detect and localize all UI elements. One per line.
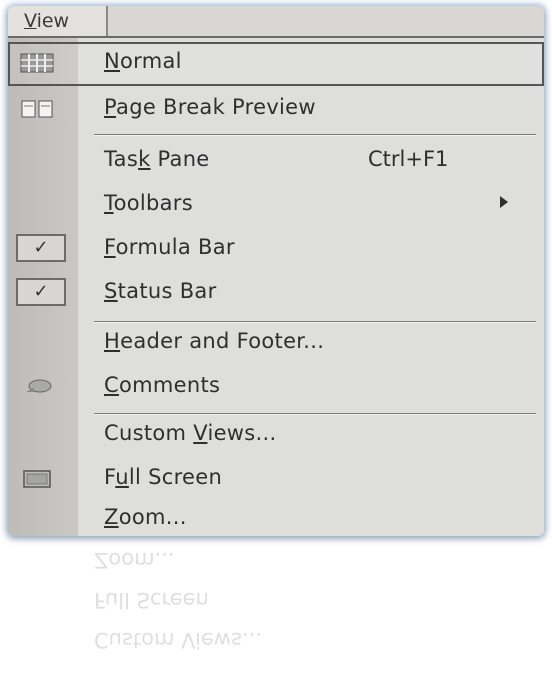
reflection-line: Full Screen bbox=[94, 588, 209, 612]
checkmark-icon: ✓ bbox=[16, 278, 66, 306]
menu-item-status-bar[interactable]: ✓ Status Bar bbox=[8, 272, 544, 316]
shortcut-label: Ctrl+F1 bbox=[368, 147, 449, 171]
checkmark-icon: ✓ bbox=[16, 234, 66, 262]
menu-separator bbox=[94, 134, 536, 136]
menu-item-task-pane[interactable]: Task Pane Ctrl+F1 bbox=[8, 140, 544, 184]
menu-item-formula-bar[interactable]: ✓ Formula Bar bbox=[8, 228, 544, 272]
view-menu-tab[interactable]: View bbox=[8, 6, 108, 36]
view-dropdown-menu: Normal Page Break Preview Task Pane Ctrl… bbox=[8, 36, 544, 536]
menu-item-label: Toolbars bbox=[104, 191, 193, 215]
menu-item-label: Zoom... bbox=[104, 505, 187, 529]
full-screen-icon bbox=[23, 470, 51, 488]
menu-item-label: Page Break Preview bbox=[104, 95, 316, 119]
menu-reflection: Custom Views... Full Screen Zoom... bbox=[60, 540, 480, 680]
view-tab-label: iew bbox=[36, 10, 70, 32]
menu-item-label: Header and Footer... bbox=[104, 329, 325, 353]
menu-item-label: Comments bbox=[104, 373, 221, 397]
menu-item-label: Custom Views... bbox=[104, 421, 277, 445]
reflection-line: Custom Views... bbox=[94, 628, 262, 652]
menu-item-zoom[interactable]: Zoom... bbox=[8, 498, 544, 536]
menu-item-label: Normal bbox=[104, 49, 182, 73]
menu-item-label: Formula Bar bbox=[104, 235, 235, 259]
page-break-icon bbox=[21, 100, 53, 118]
menu-item-normal[interactable]: Normal bbox=[8, 42, 544, 86]
menu-item-header-and-footer[interactable]: Header and Footer... bbox=[8, 322, 544, 366]
reflection-line: Zoom... bbox=[94, 548, 175, 572]
menu-item-page-break-preview[interactable]: Page Break Preview bbox=[8, 88, 544, 132]
menu-item-label: Full Screen bbox=[104, 465, 223, 489]
menu-item-full-screen[interactable]: Full Screen bbox=[8, 458, 544, 502]
comments-icon bbox=[26, 379, 52, 393]
menu-photo: View Normal Page Break Preview Task Pane… bbox=[8, 6, 544, 536]
view-tab-mnemonic: V bbox=[24, 10, 37, 32]
menubar-background bbox=[108, 6, 544, 36]
submenu-arrow-icon bbox=[500, 196, 508, 208]
normal-view-icon bbox=[20, 53, 54, 73]
reflection-text: Custom Views... Full Screen Zoom... bbox=[94, 540, 480, 660]
menu-item-label: Task Pane bbox=[104, 147, 210, 171]
menu-item-comments[interactable]: Comments bbox=[8, 366, 544, 410]
menu-item-label: Status Bar bbox=[104, 279, 217, 303]
menu-item-toolbars[interactable]: Toolbars bbox=[8, 184, 544, 228]
menu-item-custom-views[interactable]: Custom Views... bbox=[8, 414, 544, 458]
